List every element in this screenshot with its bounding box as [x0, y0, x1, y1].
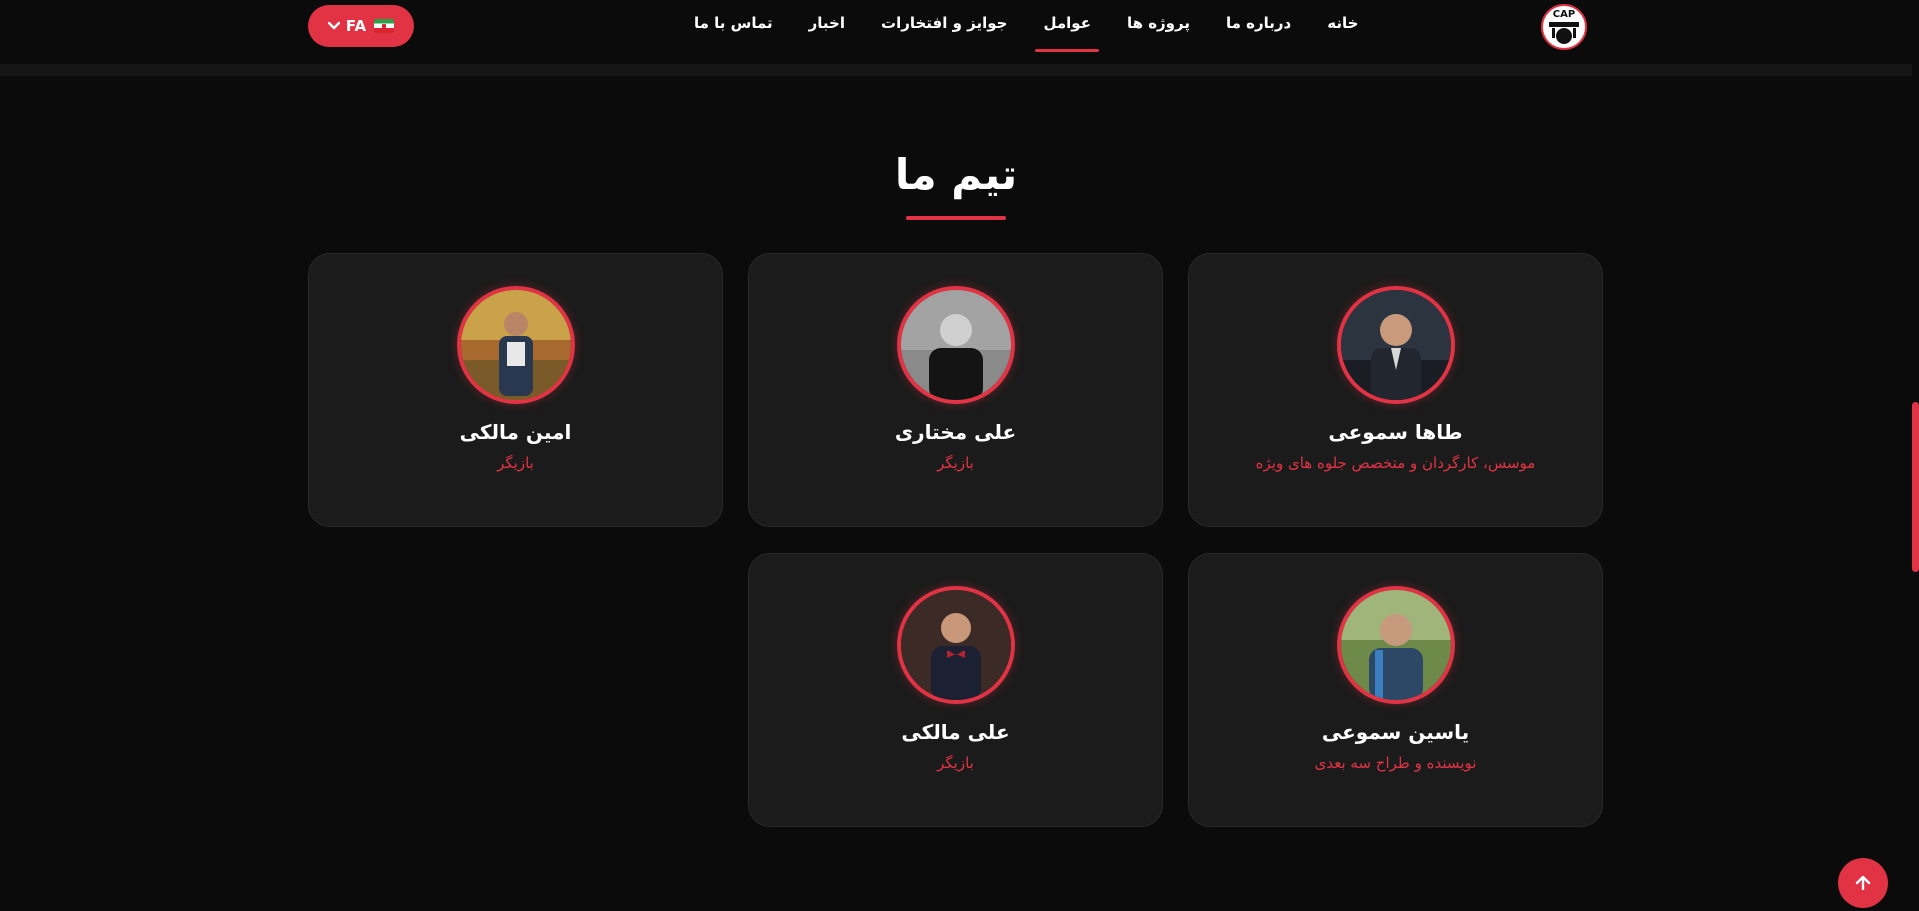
member-role: موسس، کارگردان و متخصص جلوه های ویژه [1255, 454, 1536, 472]
nav-item-contact[interactable]: تماس با ما [676, 10, 791, 50]
iran-flag-icon [374, 19, 395, 33]
title-underline [906, 216, 1006, 220]
scrollbar-thumb[interactable] [1912, 402, 1919, 572]
team-card: علی مختاری بازیگر [748, 253, 1163, 527]
member-name: علی مالکی [901, 720, 1010, 744]
nav-item-awards[interactable]: جوایز و افتخارات [863, 10, 1025, 50]
team-card: طاها سموعی موسس، کارگردان و متخصص جلوه ه… [1188, 253, 1603, 527]
nav-item-news[interactable]: اخبار [791, 10, 863, 50]
team-card: علی مالکی بازیگر [748, 553, 1163, 827]
team-card: یاسین سموعی نویسنده و طراح سه بعدی [1188, 553, 1603, 827]
page-title: تیم ما [894, 150, 1018, 199]
logo-emblem-icon [1549, 22, 1579, 44]
arrow-up-icon [1855, 875, 1871, 891]
member-name: علی مختاری [894, 420, 1017, 444]
header-divider [0, 64, 1912, 76]
member-name: یاسین سموعی [1321, 720, 1470, 744]
back-to-top-button[interactable] [1838, 858, 1888, 908]
avatar [1336, 286, 1455, 404]
member-role: بازیگر [497, 454, 534, 472]
avatar [1336, 586, 1455, 704]
avatar [456, 286, 575, 404]
member-name: طاها سموعی [1328, 420, 1463, 444]
nav-item-projects[interactable]: پروژه ها [1109, 10, 1208, 50]
avatar [896, 286, 1015, 404]
language-switcher[interactable]: FA [308, 5, 414, 47]
chevron-down-icon [327, 21, 340, 31]
team-card: امین مالکی بازیگر [308, 253, 723, 527]
nav-item-home[interactable]: خانه [1309, 10, 1376, 50]
language-code: FA [345, 17, 367, 35]
site-logo[interactable]: CAP [1541, 4, 1587, 50]
main-nav: خانه درباره ما پروژه ها عوامل جوایز و اف… [676, 10, 1376, 52]
site-header: FA خانه درباره ما پروژه ها عوامل جوایز و… [0, 0, 1912, 65]
nav-item-about[interactable]: درباره ما [1208, 10, 1309, 50]
member-name: امین مالکی [459, 420, 572, 444]
avatar [896, 586, 1015, 704]
member-role: نویسنده و طراح سه بعدی [1314, 754, 1477, 772]
nav-item-crew[interactable]: عوامل [1025, 10, 1108, 52]
member-role: بازیگر [937, 754, 974, 772]
member-role: بازیگر [937, 454, 974, 472]
